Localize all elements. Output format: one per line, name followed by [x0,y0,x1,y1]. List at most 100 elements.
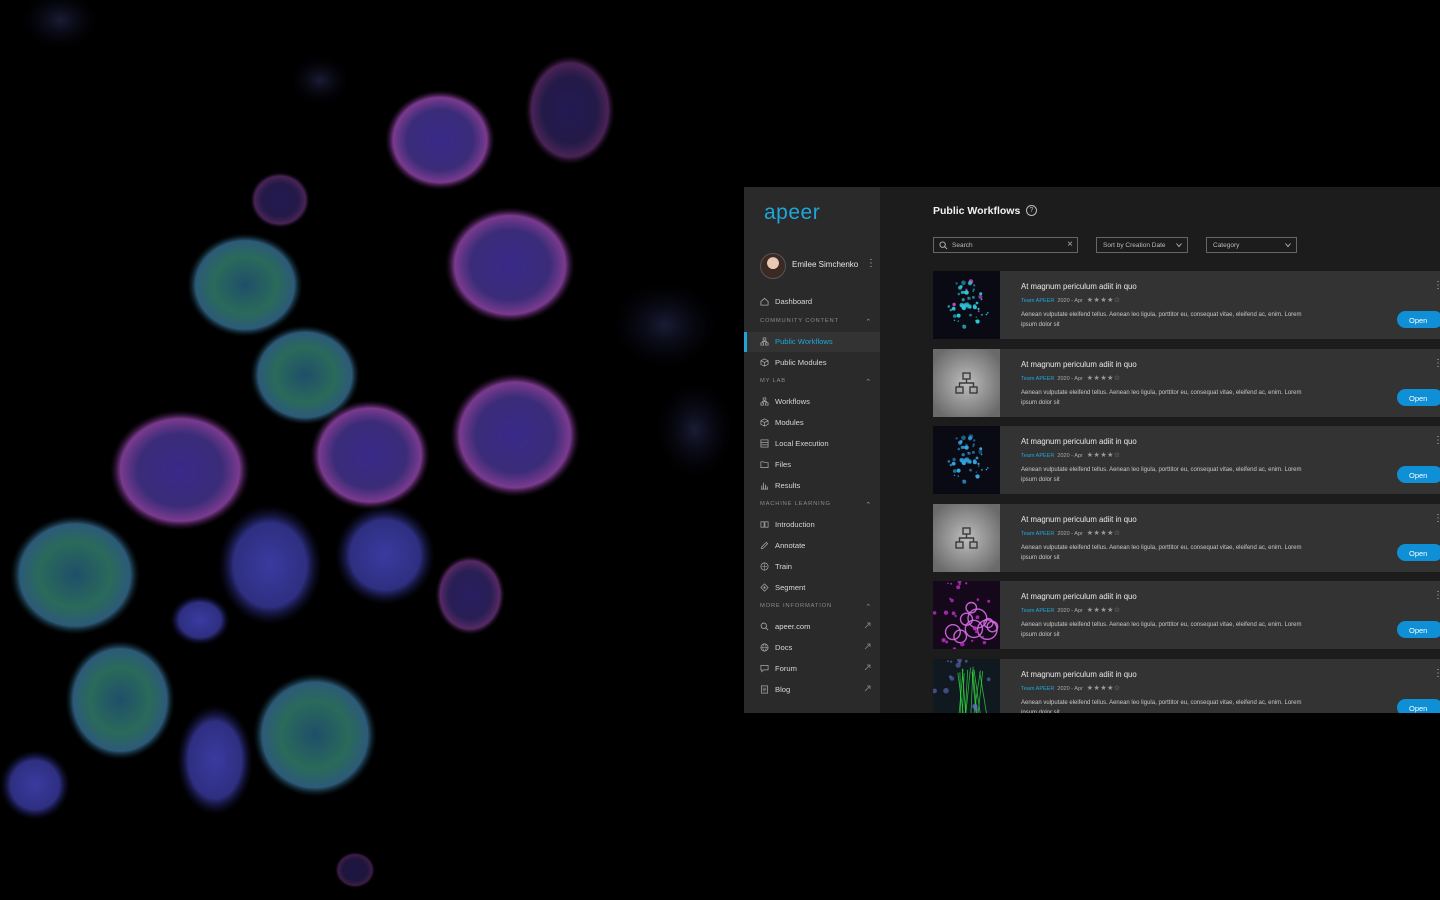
pen-icon [760,541,769,550]
team-link[interactable]: Team APEER [1021,298,1054,304]
workflow-card[interactable]: At magnum periculum adiit in quo Team APE… [933,426,1440,494]
category-label: Category [1213,242,1240,249]
workflow-title[interactable]: At magnum periculum adiit in quo [1021,592,1137,601]
clear-search-icon[interactable]: × [1067,239,1073,251]
more-options-icon[interactable]: ⋮ [1433,668,1440,679]
chevron-down-icon [1176,243,1182,248]
workflow-card[interactable]: At magnum periculum adiit in quo Team APE… [933,581,1440,649]
workflow-card[interactable]: At magnum periculum adiit in quo Team APE… [933,658,1440,713]
sidebar-item-label: Segment [775,583,806,592]
sort-label: Sort by Creation Date [1103,242,1166,249]
team-link[interactable]: Team APEER [1021,376,1054,382]
sidebar-item-introduction[interactable]: Introduction [744,515,880,535]
brain-icon [760,562,769,571]
workflow-title[interactable]: At magnum periculum adiit in quo [1021,515,1137,524]
star-rating: ★★★★☆ [1086,684,1121,692]
workflow-card[interactable]: At magnum periculum adiit in quo Team APE… [933,503,1440,572]
external-link-icon [864,664,871,671]
workflow-thumbnail-image [933,426,1000,494]
sidebar-item-public-workflows[interactable]: Public Workflows [744,332,880,352]
open-button[interactable]: Open [1397,466,1440,483]
sidebar-item-local-execution[interactable]: Local Execution [744,434,880,454]
team-link[interactable]: Team APEER [1021,453,1054,459]
sidebar-item-results[interactable]: Results [744,476,880,496]
section-header[interactable]: MACHINE LEARNING ⌃ [760,501,872,511]
open-button[interactable]: Open [1397,698,1440,713]
workflow-thumbnail-image [933,581,1000,649]
workflow-thumbnail[interactable] [933,348,1000,417]
help-icon[interactable]: ? [1026,205,1037,216]
avatar[interactable] [760,253,786,279]
user-menu-icon[interactable]: ⋮ [866,259,876,269]
sidebar: apeer Emilee Simchenko ⋮ Dashboard COMMUN… [744,187,880,713]
sidebar-item-apeer-com[interactable]: apeer.com [744,617,880,637]
search-input[interactable]: Search × [933,237,1078,253]
chevron-up-icon[interactable]: ⌃ [865,318,872,326]
workflow-date: 2020 - Apr [1057,685,1083,692]
workflow-title[interactable]: At magnum periculum adiit in quo [1021,670,1137,679]
sidebar-item-label: Results [775,481,801,490]
workflow-card[interactable]: At magnum periculum adiit in quo Team APE… [933,348,1440,417]
workflow-meta: Team APEER 2020 - Apr ★★★★☆ [1021,684,1121,692]
workflow-date: 2020 - Apr [1057,298,1083,304]
open-button[interactable]: Open [1397,621,1440,638]
sidebar-item-files[interactable]: Files [744,455,880,475]
apeer-app-window: apeer Emilee Simchenko ⋮ Dashboard COMMUN… [744,187,1440,713]
workflow-card[interactable]: At magnum periculum adiit in quo Team APE… [933,271,1440,339]
chat-icon [760,664,769,673]
team-link[interactable]: Team APEER [1021,531,1054,537]
sidebar-item-label: Blog [775,685,791,694]
sidebar-item-blog[interactable]: Blog [744,680,880,700]
section-header[interactable]: COMMUNITY CONTENT ⌃ [760,318,872,328]
apeer-logo[interactable]: apeer [764,201,820,225]
more-options-icon[interactable]: ⋮ [1433,591,1440,601]
chevron-up-icon[interactable]: ⌃ [865,501,872,509]
chevron-up-icon[interactable]: ⌃ [865,603,872,611]
open-button[interactable]: Open [1397,543,1440,561]
sidebar-item-forum[interactable]: Forum [744,659,880,679]
open-button[interactable]: Open [1397,311,1440,328]
sidebar-item-modules[interactable]: Modules [744,413,880,433]
chevron-up-icon[interactable]: ⌃ [865,378,872,386]
document-icon [760,685,769,694]
workflow-thumbnail-image [933,658,1000,713]
category-dropdown[interactable]: Category [1206,237,1297,253]
workflow-thumbnail[interactable] [933,271,1000,339]
workflow-description: Aenean vulputate eleifend tellus. Aenean… [1021,312,1302,328]
sidebar-item-annotate[interactable]: Annotate [744,536,880,556]
section-title: MORE INFORMATION [760,603,832,609]
user-profile[interactable]: Emilee Simchenko ⋮ [760,253,876,279]
sidebar-item-workflows[interactable]: Workflows [744,392,880,412]
sidebar-item-label: apeer.com [775,622,811,631]
section-header[interactable]: MORE INFORMATION ⌃ [760,603,872,613]
open-button[interactable]: Open [1397,388,1440,406]
sidebar-item-label: Introduction [775,520,815,529]
workflow-title[interactable]: At magnum periculum adiit in quo [1021,360,1137,369]
module-icon [760,418,769,427]
sort-dropdown[interactable]: Sort by Creation Date [1096,237,1188,253]
workflow-title[interactable]: At magnum periculum adiit in quo [1021,437,1137,446]
workflow-thumbnail[interactable] [933,426,1000,494]
sidebar-item-docs[interactable]: Docs [744,638,880,658]
workflow-title[interactable]: At magnum periculum adiit in quo [1021,282,1137,291]
more-options-icon[interactable]: ⋮ [1433,436,1440,446]
team-link[interactable]: Team APEER [1021,686,1054,692]
workflow-thumbnail[interactable] [933,658,1000,713]
chart-icon [760,482,769,490]
workflow-thumbnail[interactable] [933,581,1000,649]
sidebar-item-train[interactable]: Train [744,557,880,577]
more-options-icon[interactable]: ⋮ [1433,281,1440,291]
more-options-icon[interactable]: ⋮ [1433,358,1440,369]
section-title: MY LAB [760,378,786,384]
sidebar-item-label: Public Workflows [775,337,833,346]
sidebar-item-segment[interactable]: Segment [744,578,880,598]
search-placeholder: Search [952,242,973,249]
sidebar-item-dashboard[interactable]: Dashboard [744,292,880,312]
workflow-thumbnail[interactable] [933,503,1000,572]
workflow-date: 2020 - Apr [1057,453,1083,459]
section-header[interactable]: MY LAB ⌃ [760,378,872,388]
team-link[interactable]: Team APEER [1021,608,1054,614]
workflow-date: 2020 - Apr [1057,530,1083,537]
sidebar-item-public-modules[interactable]: Public Modules [744,353,880,373]
more-options-icon[interactable]: ⋮ [1433,513,1440,524]
